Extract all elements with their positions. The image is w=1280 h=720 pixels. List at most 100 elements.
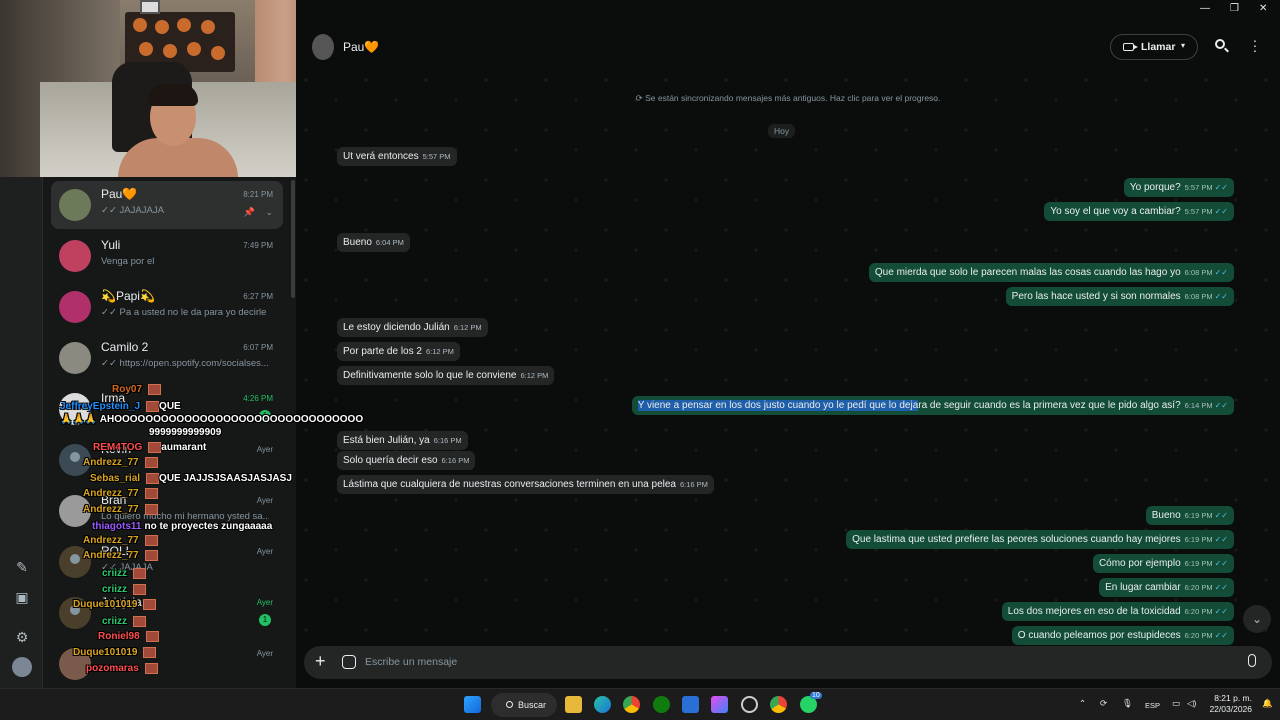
message-outgoing[interactable]: O cuando peleamos por estupideces 6:20 PM… [1011,626,1234,645]
edge-browser-icon[interactable] [594,696,611,713]
message-incoming[interactable]: Solo quería decir eso 6:16 PM [337,451,476,470]
read-ticks-icon: ✓✓ [1214,183,1228,192]
chevron-down-icon[interactable]: ⌄ [265,207,273,218]
unread-badge: 1 [259,410,271,422]
sync-notice[interactable]: ⟳ Se están sincronizando mensajes más an… [296,93,1280,104]
chat-time: Ayer [256,598,273,607]
restore-icon[interactable]: ❐ [1230,3,1239,14]
message-outgoing[interactable]: En lugar cambiar 6:20 PM ✓✓ [1099,578,1234,597]
message-incoming[interactable]: Está bien Julián, ya 6:16 PM [337,431,468,450]
message-outgoing[interactable]: Que lastima que usted prefiere las peore… [846,530,1234,549]
message-outgoing[interactable]: Yo soy el que voy a cambiar? 5:57 PM ✓✓ [1044,202,1234,221]
scroll-to-bottom-button[interactable]: ⌄ [1243,605,1271,633]
message-outgoing[interactable]: Que mierda que solo le parecen malas las… [868,263,1234,282]
webcam-overlay [0,0,315,177]
conversation-header: Pau🧡 Llamar ▾ · · · [296,20,1280,70]
call-button[interactable]: Llamar ▾ [1110,34,1198,60]
message-incoming[interactable]: Lástima que cualquiera de nuestras conve… [337,475,714,494]
message-outgoing[interactable]: Yo porque? 5:57 PM ✓✓ [1123,178,1234,197]
media-icon[interactable]: ▣ [12,587,32,607]
copilot-icon[interactable] [711,696,728,713]
chat-time: 4:26 PM [243,394,273,403]
message-incoming[interactable]: Bueno 6:04 PM [337,233,410,252]
message-time: 6:20 PM [1184,607,1213,616]
chat-name: Yuli [101,238,121,252]
chat-preview: ✓✓ JAJAJA [101,562,153,573]
message-time: 6:16 PM [680,480,708,489]
message-time: 5:57 PM [1184,183,1213,192]
message-outgoing[interactable]: Bueno 6:19 PM ✓✓ [1145,506,1234,525]
notifications-icon[interactable]: 🔔 [1262,698,1273,709]
video-camera-icon [1123,43,1138,51]
message-outgoing[interactable]: Cómo por ejemplo 6:19 PM ✓✓ [1092,554,1234,573]
message-incoming[interactable]: Definitivamente solo lo que le conviene 6… [337,366,555,385]
profile-avatar[interactable] [12,657,32,677]
obs-icon[interactable] [741,696,758,713]
chat-item-pau[interactable]: Pau🧡 8:21 PM ✓✓ JAJAJAJA 📌 ⌄ [51,181,283,229]
message-incoming[interactable]: Le estoy diciendo Julián 6:12 PM [337,318,488,337]
sticker-icon[interactable] [342,655,356,669]
settings-gear-icon[interactable]: ⚙ [12,627,32,647]
close-icon[interactable]: ✕ [1259,3,1267,14]
chat-item-jajajaja[interactable]: Jajajaja Ayer 1 [51,589,283,637]
microphone-tray-icon[interactable]: 🎙 [1122,698,1133,709]
chat-item-bran[interactable]: Bran Ayer Lo quiero mucho mi hermano yst… [51,487,283,535]
chat-preview: ✓✓ Pa a usted no le da para yo decirle .… [101,307,269,318]
message-time: 6:19 PM [1184,535,1213,544]
message-text: Le estoy diciendo Julián [343,322,450,333]
more-options-icon[interactable]: · · · [1251,33,1259,57]
message-text: En lugar cambiar [1105,582,1181,593]
avatar [59,648,91,680]
message-time: 6:20 PM [1184,631,1213,640]
taskbar-clock[interactable]: 8:21 p. m. 22/03/2026 [1206,693,1252,715]
message-outgoing-selected[interactable]: Y viene a pensar en los dos justo cuando… [631,396,1234,415]
chrome-profile-icon[interactable] [770,696,787,713]
chat-item-yuli[interactable]: Yuli 7:49 PM Venga por el [51,232,283,280]
chat-preview: Lo quiero mucho mi hermano ysted sa... [101,511,269,522]
chat-item-camilo-2[interactable]: Camilo 2 6:07 PM ✓✓ https://open.spotify… [51,334,283,382]
message-incoming[interactable]: Por parte de los 2 6:12 PM [337,342,460,361]
chrome-icon[interactable] [623,696,640,713]
microphone-icon[interactable] [1248,654,1256,667]
contact-avatar[interactable] [312,34,334,60]
minimize-icon[interactable]: — [1200,3,1210,14]
read-ticks-icon: ✓✓ [1214,583,1228,592]
start-windows-icon[interactable] [464,696,481,713]
message-text: Bueno [1151,510,1181,521]
search-icon[interactable] [1214,38,1230,54]
message-input[interactable]: Escribe un mensaje [365,656,457,668]
chat-item-irma[interactable]: Irma 4:26 PM 1 [51,385,283,433]
status-icon[interactable]: ✎ [12,557,32,577]
xbox-icon[interactable] [653,696,670,713]
message-incoming[interactable]: Ut verá entonces 5:57 PM [337,147,457,166]
avatar [59,240,91,272]
whatsapp-badge: 10 [810,692,822,699]
chat-item-papi[interactable]: 💫Papi💫 6:27 PM ✓✓ Pa a usted no le da pa… [51,283,283,331]
avatar [59,291,91,323]
volume-icon[interactable]: ◁) [1187,698,1196,709]
chat-item-roli[interactable]: ROLI Ayer ✓✓ JAJAJA [51,538,283,586]
contact-name[interactable]: Pau🧡 [343,40,379,54]
message-outgoing[interactable]: Pero las hace usted y si son normales 6:0… [1005,287,1234,306]
sync-icon[interactable]: ⟳ [1100,698,1107,709]
chat-name: Jajajaja [101,595,142,609]
photos-icon[interactable] [682,696,699,713]
message-time: 6:08 PM [1184,292,1213,301]
chat-item-unnamed[interactable]: Ayer [51,640,283,688]
taskbar-search-button[interactable]: Buscar [491,693,557,717]
message-time: 6:20 PM [1184,583,1213,592]
chat-item-kevin[interactable]: Kevin Ayer [51,436,283,484]
attach-plus-icon[interactable]: + [315,651,326,672]
selected-text[interactable]: Y viene a pensar en los dos justo cuando… [637,400,919,411]
language-indicator[interactable]: ESP [1145,701,1160,710]
pin-icon[interactable]: 📌 [244,207,255,218]
avatar [59,597,91,629]
chat-name: Bran [101,493,127,507]
chevron-up-icon[interactable]: ⌃ [1079,698,1086,709]
message-outgoing[interactable]: Los dos mejores en eso de la toxicidad 6:… [1001,602,1234,621]
webcam-person-hair [148,84,198,106]
message-text: Ut verá entonces [343,151,419,162]
file-explorer-icon[interactable] [565,696,582,713]
chat-list-scrollbar[interactable] [291,180,295,298]
network-icon[interactable]: ▭ [1172,698,1180,709]
